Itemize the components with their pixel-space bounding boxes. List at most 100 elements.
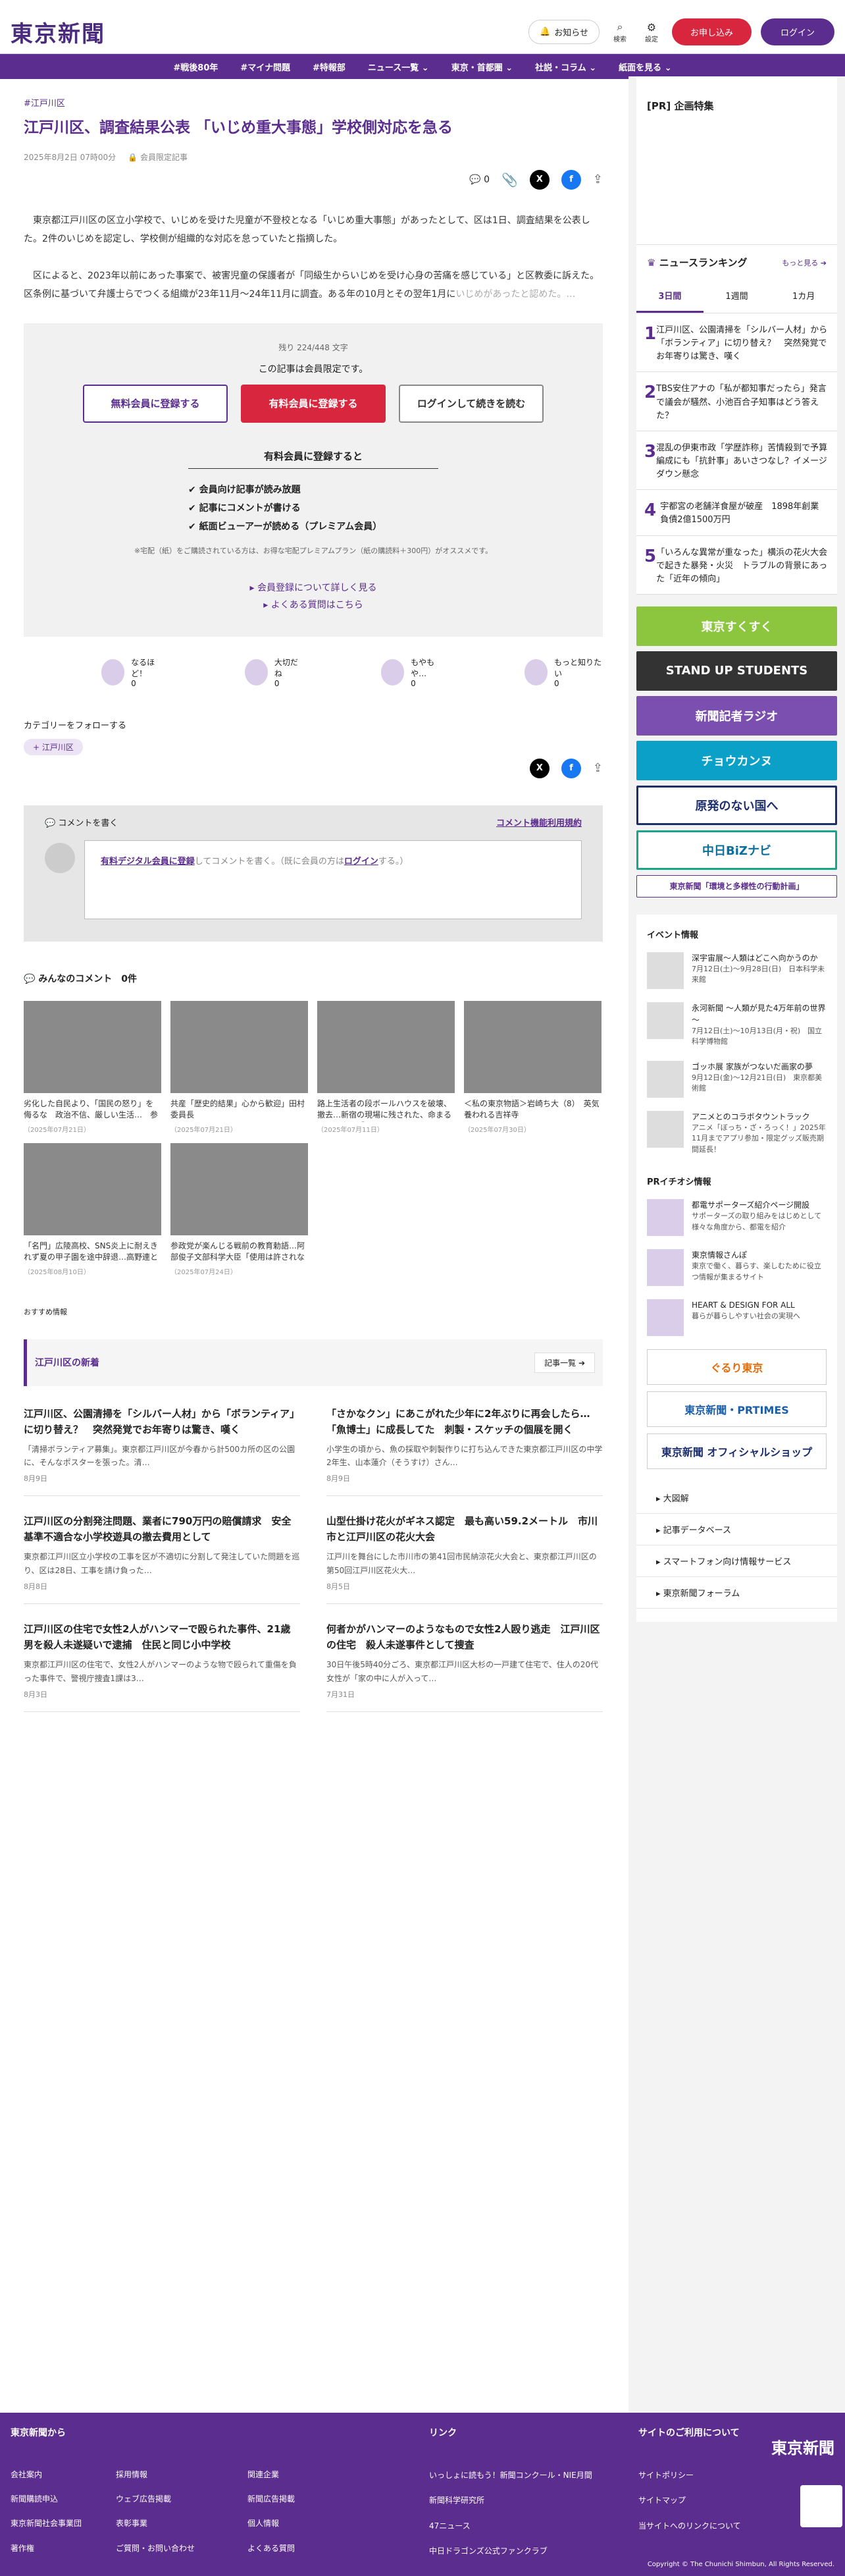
clip-icon[interactable]: 📎 <box>501 172 518 188</box>
notice-button[interactable]: 🔔 お知らせ <box>528 20 600 44</box>
reaction-button[interactable]: もっと知りたい 0 <box>524 657 603 688</box>
footer-link[interactable]: 採用情報 <box>116 2463 247 2487</box>
sukusuku-banner[interactable]: 東京すくすく <box>636 606 837 646</box>
stand-up-students-banner[interactable]: STAND UP STUDENTS <box>636 651 837 691</box>
facebook-share-icon[interactable]: f <box>561 758 581 778</box>
nuclear-free-banner[interactable]: 原発のない国へ <box>636 785 837 825</box>
recaptcha-icon[interactable] <box>800 2485 842 2527</box>
footer-link[interactable]: 新聞科学研究所 <box>429 2488 592 2513</box>
footer-link[interactable]: 当サイトへのリンクについて <box>638 2513 741 2538</box>
ranking-item[interactable]: 3 混乱の伊東市政「学歴詐称」苦情殺到で予算編成にも「抗針事」あいさつなし？イメー… <box>636 431 837 491</box>
site-logo[interactable]: 東京新聞 <box>11 16 105 48</box>
footer-link[interactable]: 47ニュース <box>429 2513 592 2538</box>
nav-item[interactable]: 紙面を見る ⌄ <box>619 61 671 73</box>
subscribe-button[interactable]: お申し込み <box>671 18 752 45</box>
footer-link[interactable]: 個人情報 <box>247 2511 353 2536</box>
pr-news-item[interactable]: 東京情報さんぽ 東京で働く、暮らす、楽しむために役立つ情報が集まるサイト <box>636 1243 837 1293</box>
paid-register-button[interactable]: 有料会員に登録する <box>241 384 386 423</box>
photo-card[interactable]: 参政党が楽んじる戦前の教育勅語…阿部俊子文部科学大臣「使用は許されない」クギをさ… <box>170 1142 308 1276</box>
event-item[interactable]: アニメとのコラボタウントラック アニメ「ぼっち・ざ・ろっく！」2025年11月まで… <box>636 1104 837 1162</box>
category-follow-tag[interactable]: + 江戸川区 <box>24 738 83 755</box>
news-item[interactable]: 江戸川区の住宅で女性2人がハンマーで殴られた事件、21歳男を殺人未遂疑いで逮捕 … <box>24 1621 300 1713</box>
sidebar-link[interactable]: ▸ 大図解 <box>636 1482 837 1515</box>
article-tag[interactable]: #江戸川区 <box>24 96 603 109</box>
reaction-button[interactable]: 大切だね 0 <box>244 657 302 688</box>
footer-link[interactable]: 中日ドラゴンズ公式ファンクラブ <box>429 2538 592 2563</box>
nav-item[interactable]: 東京・首都圏 ⌄ <box>451 61 513 73</box>
reaction-button[interactable]: もやもや… 0 <box>380 657 446 688</box>
nav-item[interactable]: #戦後80年 <box>173 61 218 73</box>
tab-1month[interactable]: 1カ月 <box>770 280 837 313</box>
sidebar-link[interactable]: ▸ 東京新聞フォーラム <box>636 1577 837 1609</box>
photo-card[interactable]: ＜私の東京物語＞岩崎ち大（8） 英気養われる吉祥寺 （2025年07月30日） <box>464 1000 602 1134</box>
sidebar-link[interactable]: ▸ スマートフォン向け情報サービス <box>636 1545 837 1578</box>
footer-link[interactable]: ご質問・お問い合わせ <box>116 2536 247 2561</box>
settings-button[interactable]: ⚙ 設定 <box>640 21 663 43</box>
radio-banner[interactable]: 新聞記者ラジオ <box>636 695 837 736</box>
bizNavi-banner[interactable]: 中日BiZナビ <box>636 830 837 870</box>
footer-link[interactable]: 東京新聞社会事業団 <box>11 2511 116 2536</box>
pr-news-item[interactable]: 都電サポーターズ紹介ページ開設 サポーターズの取り組みをはじめとして様々な角度から… <box>636 1193 837 1243</box>
footer-link[interactable]: 会社案内 <box>11 2463 116 2487</box>
comment-count[interactable]: 💬 0 <box>469 174 490 185</box>
facebook-share-icon[interactable]: f <box>561 169 581 190</box>
nav-item[interactable]: #マイナ問題 <box>240 61 290 73</box>
news-item[interactable]: 「さかなクン」にあこがれた少年に2年ぶりに再会したら…「魚博士」に成長してた 刺… <box>326 1406 603 1497</box>
search-button[interactable]: ⌕ 検索 <box>609 20 631 43</box>
faq-link[interactable]: ▸ よくある質問はこちら <box>83 597 544 614</box>
nav-item[interactable]: #特報部 <box>313 61 346 73</box>
photo-card[interactable]: 「名門」広陵高校、SNS炎上に耐えきれず夏の甲子園を途中辞退…高野連ともども事争… <box>24 1142 161 1276</box>
footer-link[interactable]: サイトポリシー <box>638 2463 741 2488</box>
ranking-item[interactable]: 1 江戸川区、公園清掃を「シルバー人材」から「ボランティア」に切り替え？ 突然発覚… <box>636 313 837 373</box>
write-comment-label: 💬 コメントを書く <box>45 818 118 828</box>
news-item[interactable]: 山型仕掛け花火がギネス認定 最も高い59.2メートル 市川市と江戸川区の花火大会… <box>326 1513 603 1605</box>
comment-input[interactable]: 有料デジタル会員に登録してコメントを書く。（既に会員の方はログインする。） <box>84 840 582 919</box>
photo-card[interactable]: 劣化した自民より、「国民の怒り」を侮るな 政治不信、厳しい生活… 参院選の結果を… <box>24 1000 161 1134</box>
event-item[interactable]: ゴッホ展 家族がつないだ画家の夢 9月12日(金)～12月21日(日) 東京都美術… <box>636 1054 837 1104</box>
pr-news-item[interactable]: HEART & DESIGN FOR ALL 暮らが暮らしやすい社会の実現へ <box>636 1293 837 1343</box>
comment-rules-link[interactable]: コメント機能利用規約 <box>496 816 582 828</box>
footer-link[interactable]: サイトマップ <box>638 2488 741 2513</box>
lock-icon: 🔒 <box>128 152 138 162</box>
event-item[interactable]: 永河新聞 ～人類が見た4万年前の世界～ 7月12日(土)～10月13日(月・祝) … <box>636 996 837 1054</box>
news-item[interactable]: 何者かがハンマーのようなもので女性2人殴り逃走 江戸川区の住宅 殺人未遂事件とし… <box>326 1621 603 1713</box>
prtimes-banner[interactable]: 東京新聞・PRTIMES <box>647 1391 827 1428</box>
footer-link[interactable]: ウェブ広告掲載 <box>116 2487 247 2511</box>
reaction-button[interactable]: なるほど！ 0 <box>101 657 166 688</box>
footer-link[interactable]: 新聞広告掲載 <box>247 2487 353 2511</box>
news-item[interactable]: 江戸川区の分割発注問題、業者に790万円の賠償請求 安全基準不適合な小学校遊具の… <box>24 1513 300 1605</box>
membership-info-link[interactable]: ▸ 会員登録について詳しく見る <box>83 579 544 597</box>
ranking-item[interactable]: 5 「いろんな異常が重なった」横浜の花火大会で起きた暴発・火災 トラブルの背景にあ… <box>636 536 837 595</box>
chokanu-banner[interactable]: チョウカンヌ <box>636 740 837 780</box>
tab-3days[interactable]: 3日間 <box>636 280 704 313</box>
ranking-item[interactable]: 2 TBS安住アナの「私が都知事だったら」発言で議会が騒然、小池百合子知事はどう答… <box>636 372 837 431</box>
sidebar-link[interactable]: ▸ 記事データベース <box>636 1514 837 1546</box>
photo-card[interactable]: 路上生活者の段ボールハウスを破壊、撤去…新宿の現場に残された、命まるごとの声と「… <box>317 1000 455 1134</box>
share-icon[interactable]: ⇪ <box>593 761 603 775</box>
share-icon[interactable]: ⇪ <box>593 173 603 186</box>
tab-1week[interactable]: 1週間 <box>704 280 771 313</box>
nav-item[interactable]: ニュース一覧 ⌄ <box>368 61 429 73</box>
footer-logo[interactable]: 東京新聞 <box>771 2435 834 2458</box>
ranking-item[interactable]: 4 宇都宮の老舗洋食屋が破産 1898年創業 負債2億1500万円 <box>636 490 837 536</box>
free-register-button[interactable]: 無料会員に登録する <box>83 384 228 423</box>
footer-link[interactable]: 新聞購読申込 <box>11 2487 116 2511</box>
x-share-icon[interactable]: X <box>529 758 550 778</box>
ranking-more-link[interactable]: もっと見る ➔ <box>782 257 827 268</box>
footer-link[interactable]: よくある質問 <box>247 2536 353 2561</box>
login-continue-button[interactable]: ログインして続きを読む <box>399 384 544 423</box>
gururi-tokyo-banner[interactable]: ぐるり東京 <box>647 1349 827 1385</box>
news-item[interactable]: 江戸川区、公園清掃を「シルバー人材」から「ボランティア」に切り替え？ 突然発覚で… <box>24 1406 300 1497</box>
login-button[interactable]: ログイン <box>760 18 834 45</box>
photo-card[interactable]: 共産「歴史的結果」心から歓迎」田村委員長 （2025年07月21日） <box>170 1000 308 1134</box>
footer-link[interactable]: 関連企業 <box>247 2463 353 2487</box>
official-shop-banner[interactable]: 東京新聞 オフィシャルショップ <box>647 1434 827 1470</box>
article-list-button[interactable]: 記事一覧 ➔ <box>534 1352 595 1373</box>
footer-link[interactable]: 表彰事業 <box>116 2511 247 2536</box>
footer-link[interactable]: いっしょに読もう！新聞コンクール・NIE月間 <box>429 2463 592 2488</box>
footer-link[interactable]: 著作権 <box>11 2536 116 2561</box>
environment-banner[interactable]: 東京新聞「環境と多様性の行動計画」 <box>636 874 837 898</box>
event-item[interactable]: 深宇宙展～人類はどこへ向かうのか 7月12日(土)～9月28日(日) 日本科学未来… <box>636 946 837 996</box>
nav-item[interactable]: 社説・コラム ⌄ <box>535 61 596 73</box>
x-share-icon[interactable]: X <box>529 169 550 190</box>
